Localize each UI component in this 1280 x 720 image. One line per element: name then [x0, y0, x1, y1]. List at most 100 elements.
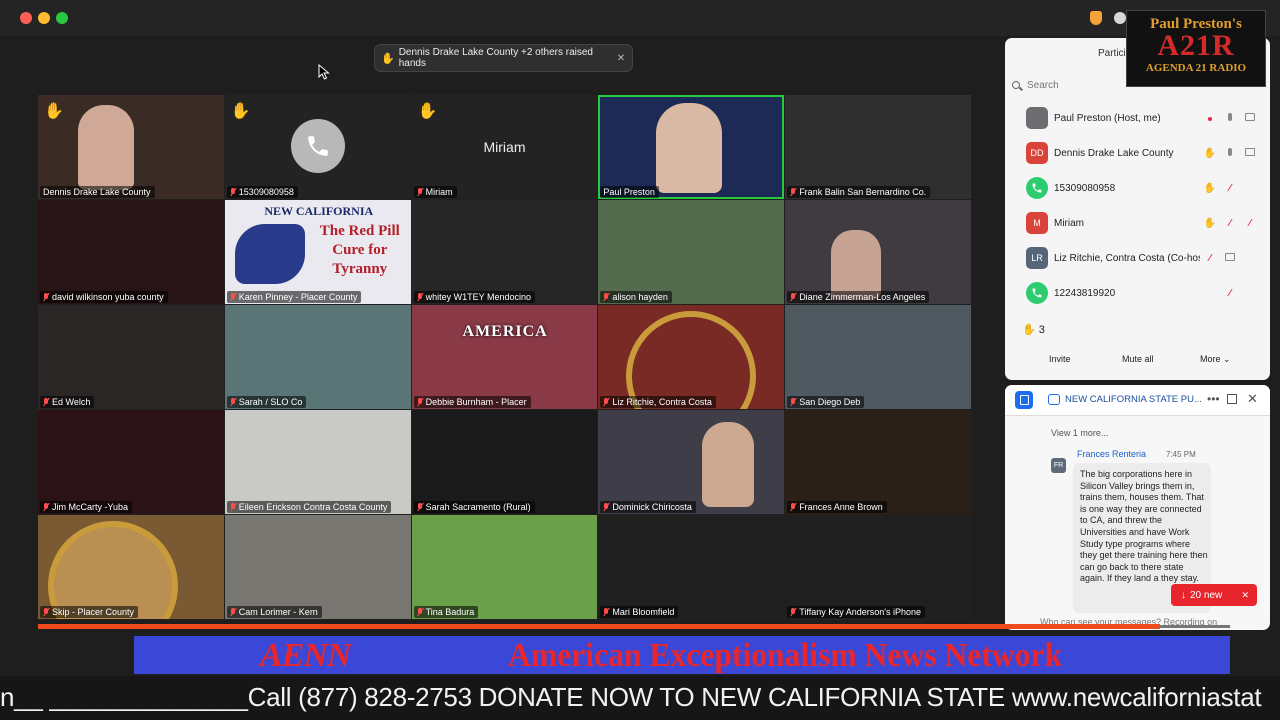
video-tile[interactable]: Tiffany Kay Anderson's iPhone [785, 515, 971, 619]
security-shield-icon[interactable] [1090, 11, 1102, 25]
video-tile[interactable]: Skip - Placer County [38, 515, 224, 619]
video-tile[interactable]: Sarah Sacramento (Rural) [411, 410, 598, 514]
video-tile[interactable]: whitey W1TEY Mendocino [411, 200, 598, 304]
video-tile[interactable]: Dominick Chiricosta [598, 410, 785, 514]
avatar-initials: DD [1030, 148, 1044, 158]
search-input[interactable] [1027, 79, 1127, 91]
participant-name: david wilkinson yuba county [52, 292, 164, 302]
mic-muted-icon[interactable]: ⁄ [1200, 253, 1220, 264]
camera-off-icon[interactable]: ⁄ [1240, 218, 1260, 229]
mic-icon[interactable] [1220, 147, 1240, 159]
phone-muted-icon[interactable]: ⁄ [1220, 288, 1240, 299]
participant-row[interactable]: M Miriam ✋ ⁄ ⁄ [1005, 207, 1270, 239]
mic-muted-icon [603, 608, 609, 616]
mic-muted-icon [417, 503, 423, 511]
participant-name-label: 15309080958 [226, 186, 298, 198]
video-tile[interactable]: ✋ 15309080958 [224, 95, 411, 199]
participant-video [831, 230, 882, 300]
participant-name: Cam Lorimer - Kern [238, 607, 318, 617]
participant-name: Paul Preston (Host, me) [1054, 112, 1161, 124]
video-tile[interactable]: Frances Anne Brown [785, 410, 971, 514]
camera-icon[interactable] [1240, 147, 1260, 159]
video-tile[interactable]: Paul Preston [598, 95, 785, 199]
raise-hand-icon: ✋ [417, 103, 438, 120]
video-tile[interactable]: ✋ Miriam Miriam [411, 95, 598, 199]
video-tile[interactable]: Liz Ritchie, Contra Costa [598, 305, 785, 409]
participant-row[interactable]: 15309080958 ✋ ⁄ [1005, 172, 1270, 204]
participant-name: 12243819920 [1054, 287, 1116, 299]
close-icon[interactable]: ✕ [610, 53, 632, 64]
video-tile[interactable]: Cam Lorimer - Kern [224, 515, 411, 619]
close-icon[interactable]: ✕ [1241, 590, 1249, 601]
video-tile[interactable]: Eileen Erickson Contra Costa County [224, 410, 411, 514]
participant-name: Liz Ritchie, Contra Costa [612, 397, 712, 407]
participant-name: Diane Zimmerman-Los Angeles [799, 292, 926, 302]
minimize-window-button[interactable] [38, 12, 50, 24]
close-icon[interactable]: ✕ [1247, 391, 1258, 407]
sender-name[interactable]: Frances Renteria [1077, 449, 1146, 459]
message-text: The big corporations here in Silicon Val… [1080, 469, 1208, 584]
seal-image [626, 311, 757, 409]
raise-hand-icon: ✋ [230, 103, 251, 120]
participant-row[interactable]: DD Dennis Drake Lake County ✋ [1005, 137, 1270, 169]
participant-name: Frances Anne Brown [799, 502, 883, 512]
compose-icon[interactable] [1015, 391, 1033, 409]
more-options-icon[interactable]: ••• [1207, 392, 1220, 406]
participant-name-label: whitey W1TEY Mendocino [413, 291, 535, 303]
channel-name[interactable]: NEW CALIFORNIA STATE PU... [1065, 394, 1202, 405]
video-tile[interactable]: Tina Badura [411, 515, 598, 619]
phone-avatar-icon [1026, 282, 1048, 304]
new-messages-label: 20 new [1190, 589, 1223, 601]
participant-name: whitey W1TEY Mendocino [425, 292, 531, 302]
participant-name-label: Tina Badura [413, 606, 479, 618]
camera-icon[interactable] [1240, 112, 1260, 124]
participant-name-label: Debbie Burnham - Placer [413, 396, 531, 408]
participant-row[interactable]: 12243819920 ⁄ [1005, 277, 1270, 309]
invite-button[interactable]: Invite [1049, 354, 1071, 364]
participant-name-label: Mari Bloomfield [600, 606, 679, 618]
video-tile[interactable]: Sarah / SLO Co [224, 305, 411, 409]
video-tile[interactable]: david wilkinson yuba county [38, 200, 224, 304]
avatar: LR [1026, 247, 1048, 269]
raise-hand-icon: ✋ [1203, 147, 1217, 159]
avatar-initials: M [1033, 218, 1041, 228]
participant-name-label: Paul Preston [600, 186, 659, 198]
mic-muted-icon [790, 398, 796, 406]
mic-muted-icon [43, 608, 49, 616]
participant-display-name: Miriam [483, 139, 526, 155]
participant-row[interactable]: Paul Preston (Host, me) [1005, 102, 1270, 134]
progress-track [1160, 625, 1230, 628]
view-more-link[interactable]: View 1 more... [1051, 428, 1108, 438]
mic-muted-icon [43, 398, 49, 406]
video-tile[interactable]: Ed Welch [38, 305, 224, 409]
more-button[interactable]: More ⌄ [1200, 354, 1231, 365]
video-tile[interactable]: NEW CALIFORNIA The Red Pill Cure for Tyrann… [224, 200, 411, 304]
mic-icon[interactable] [1220, 112, 1240, 124]
mic-muted-icon[interactable]: ⁄ [1220, 218, 1240, 229]
raised-hands-banner[interactable]: ✋ Dennis Drake Lake County +2 others rai… [374, 44, 633, 72]
video-tile[interactable]: Frank Balin San Bernardino Co. [785, 95, 971, 199]
video-tile[interactable]: Jim McCarty -Yuba [38, 410, 224, 514]
status-icon[interactable] [1114, 12, 1126, 24]
mute-all-button[interactable]: Mute all [1122, 354, 1154, 364]
new-messages-button[interactable]: ↓ 20 new ✕ [1171, 584, 1257, 606]
video-tile[interactable]: San Diego Deb [785, 305, 971, 409]
participant-row[interactable]: LR Liz Ritchie, Contra Costa (Co-host) ⁄ [1005, 242, 1270, 274]
fullscreen-window-button[interactable] [56, 12, 68, 24]
video-tile[interactable]: alison hayden [598, 200, 785, 304]
video-tile[interactable]: ✋ Dennis Drake Lake County [38, 95, 224, 199]
video-tile[interactable]: Diane Zimmerman-Los Angeles [785, 200, 971, 304]
raised-hands-count: ✋ 3 [1022, 323, 1045, 336]
participant-name-label: Eileen Erickson Contra Costa County [226, 501, 392, 513]
pop-out-icon[interactable] [1227, 394, 1237, 404]
video-tile[interactable]: AMERICA Debbie Burnham - Placer [411, 305, 598, 409]
participant-name-label: Tiffany Kay Anderson's iPhone [787, 606, 925, 618]
hands-count-value: 3 [1038, 324, 1045, 336]
video-tile[interactable]: Mari Bloomfield [598, 515, 785, 619]
chat-header: NEW CALIFORNIA STATE PU... ••• ✕ [1005, 385, 1270, 416]
close-window-button[interactable] [20, 12, 32, 24]
mic-muted-icon [790, 293, 796, 301]
camera-icon[interactable] [1220, 252, 1240, 264]
mic-muted-icon [230, 293, 236, 301]
phone-muted-icon[interactable]: ⁄ [1220, 183, 1240, 194]
